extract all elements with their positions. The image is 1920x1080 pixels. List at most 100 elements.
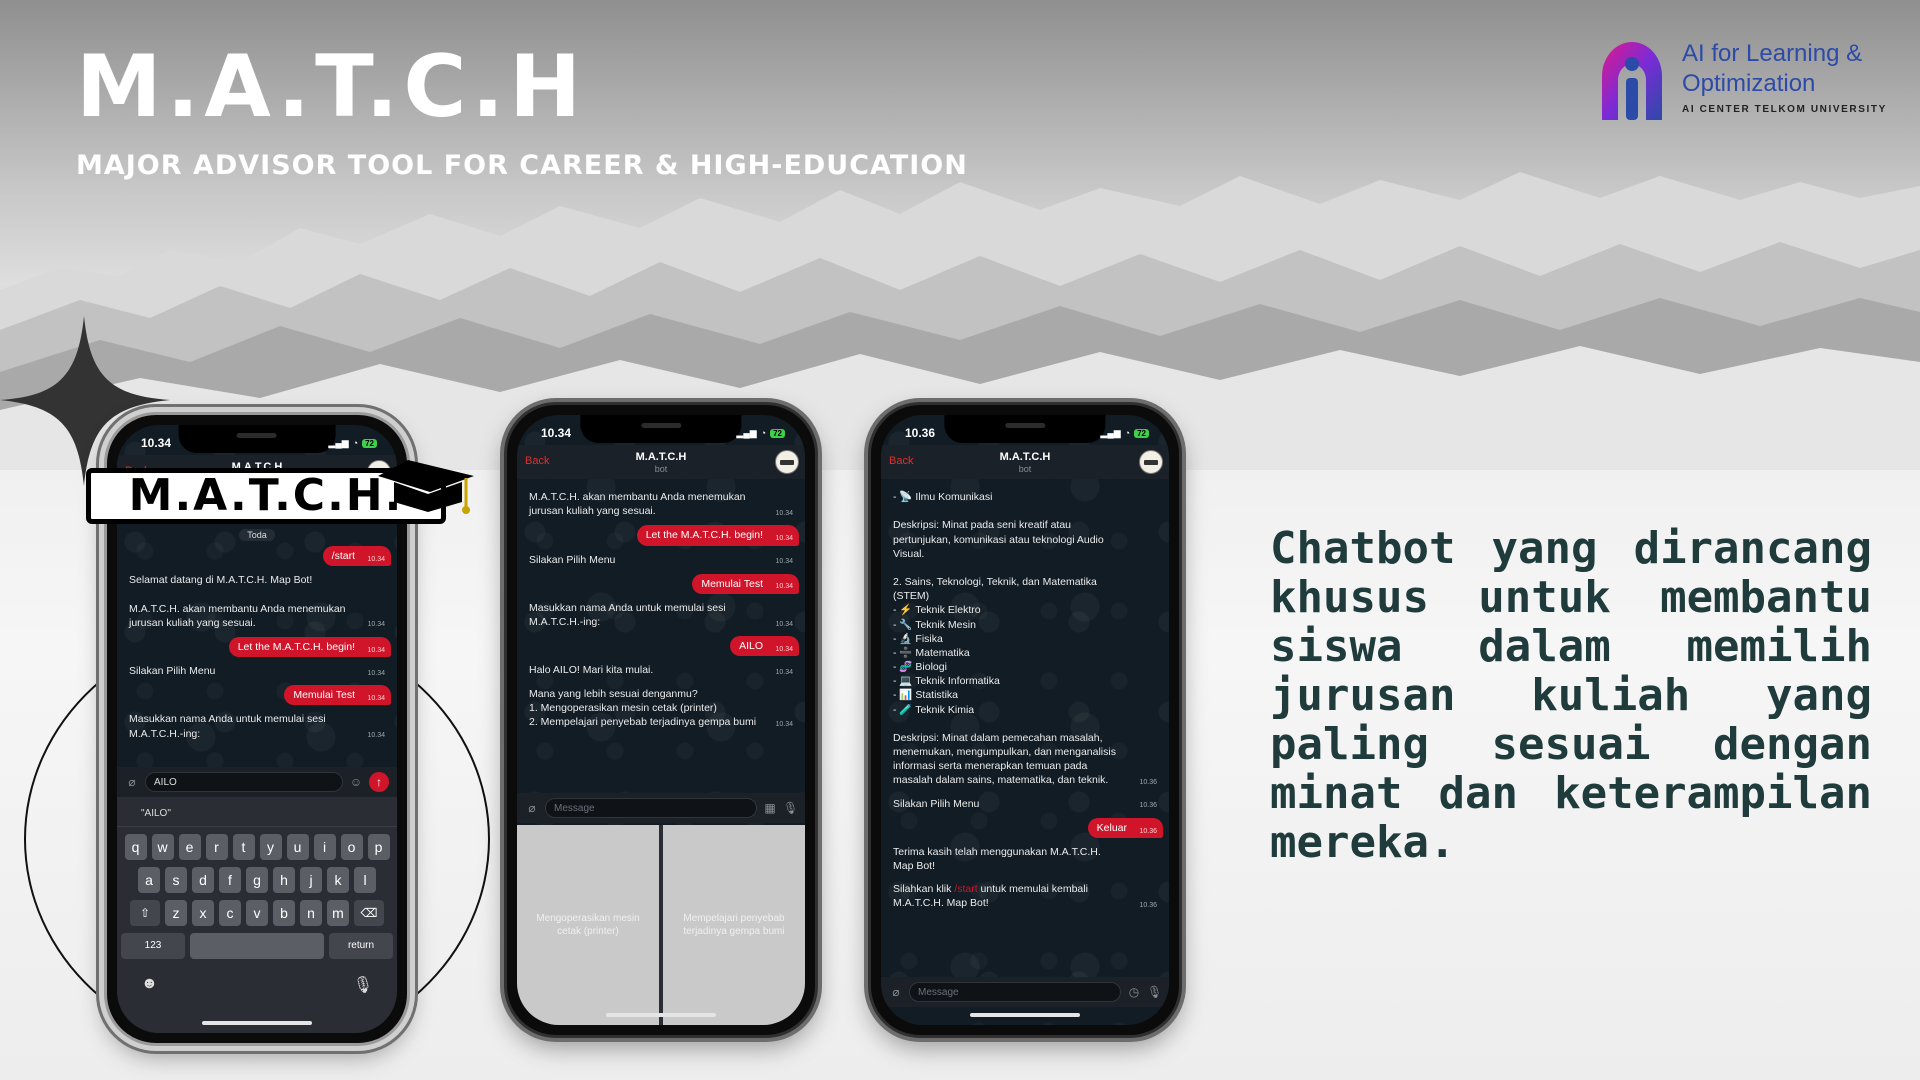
message-input-bar: ⌀ ▦ 🎙 — [517, 793, 805, 823]
key-r[interactable]: r — [205, 834, 228, 860]
message-text: Mana yang lebih sesuai denganmu? 1. Meng… — [529, 687, 757, 728]
status-time: 10.36 — [905, 426, 936, 440]
key-b[interactable]: b — [273, 900, 295, 926]
key-h[interactable]: h — [273, 867, 295, 893]
microphone-icon[interactable]: 🎙 — [1147, 985, 1162, 999]
message-time: 10.34 — [367, 732, 385, 740]
choice-button-printer[interactable]: Mengoperasikan mesin cetak (printer) — [517, 825, 659, 1025]
key-d[interactable]: d — [192, 867, 214, 893]
on-screen-keyboard: "AILO" qwertyuiop asdfghjkl ⇧ zxcvbnm ⌫ … — [117, 797, 397, 1033]
key-l[interactable]: l — [354, 867, 376, 893]
title-block: M.A.T.C.H MAJOR ADVISOR TOOL FOR CAREER … — [76, 44, 968, 181]
message-input[interactable] — [145, 772, 343, 792]
chat-message-out: AILO 10.34 — [730, 636, 799, 657]
wifi-icon: ◔ — [1124, 428, 1131, 438]
chat-message-in: Masukkan nama Anda untuk memulai sesi M.… — [123, 710, 391, 742]
send-button[interactable]: ↑ — [369, 772, 389, 792]
brand-logo: AI for Learning & Optimization AI CENTER… — [1592, 36, 1892, 126]
suggestion-bar: "AILO" — [117, 801, 397, 827]
return-key[interactable]: return — [329, 933, 393, 959]
message-input-bar: ⌀ ☺ ↑ — [117, 767, 397, 797]
attach-icon[interactable]: ⌀ — [125, 775, 139, 789]
brand-line-3: AI CENTER TELKOM UNIVERSITY — [1682, 104, 1887, 115]
chat-message-out: Keluar 10.36 — [1087, 817, 1163, 838]
message-text: Let the M.A.T.C.H. begin! — [237, 640, 355, 653]
key-a[interactable]: a — [138, 867, 160, 893]
chat-message-in: Mana yang lebih sesuai denganmu? 1. Meng… — [523, 685, 799, 732]
key-g[interactable]: g — [246, 867, 268, 893]
key-f[interactable]: f — [219, 867, 241, 893]
chat-message-in: M.A.T.C.H. akan membantu Anda menemukan … — [523, 488, 799, 520]
chat-messages[interactable]: - 📡 Ilmu Komunikasi Deskripsi: Minat pad… — [881, 479, 1169, 977]
message-time: 10.36 — [1139, 779, 1157, 787]
key-y[interactable]: y — [259, 834, 282, 860]
key-c[interactable]: c — [219, 900, 241, 926]
keyboard-toggle-icon[interactable]: ▦ — [763, 801, 777, 815]
clock-icon[interactable]: ◷ — [1127, 985, 1141, 999]
keyboard-bottom: ☻ 🎙 — [117, 959, 397, 995]
home-indicator — [202, 1021, 312, 1025]
choice-button-earthquake[interactable]: Mempelajari penyebab terjadinya gempa bu… — [663, 825, 805, 1025]
suggestion-item[interactable]: "AILO" — [117, 808, 210, 819]
keyboard-row-4: 123 return — [117, 933, 397, 959]
attach-icon[interactable]: ⌀ — [889, 985, 903, 999]
message-input[interactable] — [545, 798, 757, 818]
brand-line-2: Optimization — [1682, 70, 1816, 97]
key-v[interactable]: v — [246, 900, 268, 926]
key-w[interactable]: w — [151, 834, 174, 860]
key-n[interactable]: n — [300, 900, 322, 926]
message-text: Silakan Pilih Menu — [529, 553, 616, 566]
chat-message-out: Memulai Test 10.34 — [284, 685, 391, 706]
chat-message-in: Silakan Pilih Menu 10.36 — [887, 795, 1163, 813]
microphone-icon[interactable]: 🎙 — [353, 975, 373, 995]
key-k[interactable]: k — [327, 867, 349, 893]
message-text: Silahkan klik — [893, 883, 955, 896]
chat-message-out: Let the M.A.T.C.H. begin! 10.34 — [228, 636, 391, 658]
chat-message-out: Memulai Test 10.34 — [692, 573, 799, 594]
battery-icon: 72 — [770, 428, 785, 438]
bot-avatar[interactable] — [775, 450, 799, 474]
emoji-icon[interactable]: ☺ — [349, 775, 363, 789]
key-m[interactable]: m — [327, 900, 349, 926]
key-s[interactable]: s — [165, 867, 187, 893]
message-time: 10.34 — [367, 694, 385, 702]
emoji-keyboard-icon[interactable]: ☻ — [141, 975, 158, 995]
key-x[interactable]: x — [192, 900, 214, 926]
numbers-key[interactable]: 123 — [121, 933, 185, 959]
key-j[interactable]: j — [300, 867, 322, 893]
attach-icon[interactable]: ⌀ — [525, 801, 539, 815]
status-bar: 10.36 ▂▄▆ ◔ 72 — [881, 415, 1169, 445]
chat-messages[interactable]: M.A.T.C.H. akan membantu Anda menemukan … — [517, 479, 805, 789]
message-text: Masukkan nama Anda untuk memulai sesi M.… — [129, 713, 326, 740]
key-i[interactable]: i — [313, 834, 336, 860]
status-icons: ▂▄▆ ◔ 72 — [736, 428, 785, 439]
key-q[interactable]: q — [124, 834, 147, 860]
phone-mockup-3: 10.36 ▂▄▆ ◔ 72 Back M.A.T.C.H bot - 📡 Il… — [868, 402, 1182, 1038]
space-key[interactable] — [190, 933, 324, 959]
key-u[interactable]: u — [286, 834, 309, 860]
message-text: Silakan Pilih Menu — [893, 797, 980, 810]
message-time: 10.34 — [775, 645, 793, 653]
backspace-key[interactable]: ⌫ — [354, 900, 384, 926]
start-command-link[interactable]: /start — [954, 883, 977, 895]
message-text: Memulai Test — [293, 689, 355, 702]
message-time: 10.34 — [775, 620, 793, 628]
bot-avatar[interactable] — [1139, 450, 1163, 474]
message-text: Let the M.A.T.C.H. begin! — [645, 529, 763, 542]
signal-icon: ▂▄▆ — [1100, 427, 1121, 438]
microphone-icon[interactable]: 🎙 — [783, 801, 798, 815]
message-time: 10.34 — [775, 720, 793, 728]
message-time: 10.34 — [775, 509, 793, 517]
key-o[interactable]: o — [340, 834, 363, 860]
message-input[interactable] — [909, 982, 1121, 1002]
shift-key[interactable]: ⇧ — [130, 900, 160, 926]
key-z[interactable]: z — [165, 900, 187, 926]
message-text: Halo AILO! Mari kita mulai. — [529, 664, 654, 677]
key-e[interactable]: e — [178, 834, 201, 860]
chat-message-in: Selamat datang di M.A.T.C.H. Map Bot! M.… — [123, 571, 391, 632]
match-logo-sticker: M.A.T.C.H. — [78, 446, 474, 552]
key-p[interactable]: p — [367, 834, 390, 860]
key-t[interactable]: t — [232, 834, 255, 860]
message-time: 10.34 — [367, 646, 385, 654]
chat-message-in: Silakan Pilih Menu 10.34 — [523, 551, 799, 569]
